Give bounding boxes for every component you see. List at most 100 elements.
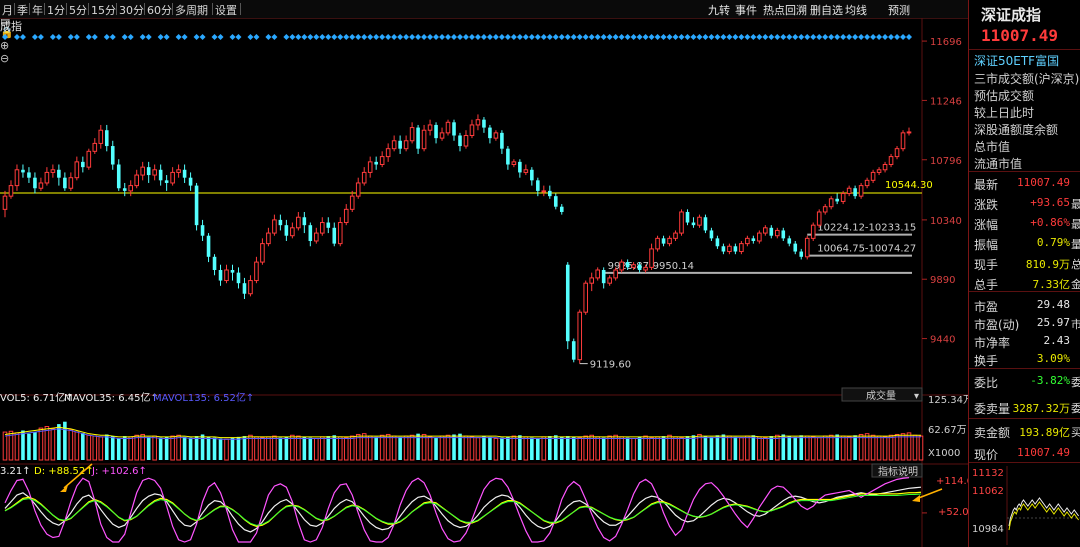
candle-body[interactable] [434,124,438,139]
candle-body[interactable] [846,187,852,195]
candle-body[interactable] [799,251,804,257]
candle-body[interactable] [452,122,456,136]
candle-body[interactable] [224,269,229,282]
candle-body[interactable] [853,188,857,197]
candle-body[interactable] [74,161,80,179]
candle-body[interactable] [134,174,140,187]
candle-body[interactable] [8,185,14,197]
candle-body[interactable] [482,119,486,128]
candle-body[interactable] [218,270,223,281]
candle-body[interactable] [745,237,750,245]
candle-body[interactable] [458,135,462,147]
candle-body[interactable] [548,190,552,197]
candle-body[interactable] [804,237,810,258]
candle-body[interactable] [613,269,618,279]
candle-body[interactable] [308,225,313,241]
candle-body[interactable] [882,164,888,171]
toolbar-button-1[interactable]: 事件 [735,2,757,18]
candle-body[interactable] [332,227,337,244]
candle-body[interactable] [326,222,331,228]
period-tab-2[interactable]: 年 [32,2,43,18]
candle-body[interactable] [733,246,738,252]
toolbar-button-5[interactable]: 预测 [888,2,910,18]
candle-body[interactable] [439,132,445,139]
candle-body[interactable] [50,169,56,173]
candle-body[interactable] [835,198,839,202]
candle-body[interactable] [858,185,864,197]
candle-body[interactable] [38,182,44,189]
candle-body[interactable] [506,148,510,165]
candle-body[interactable] [403,140,409,150]
candle-body[interactable] [2,195,8,210]
candle-body[interactable] [685,211,690,223]
candle-body[interactable] [703,217,708,231]
candle-body[interactable] [379,156,385,166]
period-tab-7[interactable]: 60分 [147,2,172,18]
candle-body[interactable] [361,171,367,184]
market-info-0[interactable]: 三市成交额(沪深京) [974,70,1079,87]
candle-body[interactable] [212,256,217,270]
market-info-1[interactable]: 预估成交额 [974,87,1034,104]
candle-body[interactable] [673,232,678,239]
candle-body[interactable] [679,211,684,234]
candle-body[interactable] [589,277,595,284]
mini-intraday-chart[interactable]: 11132 11062 10984 [969,466,1080,545]
candle-body[interactable] [337,222,343,245]
candle-body[interactable] [864,179,870,187]
candle-body[interactable] [445,121,451,134]
candle-body[interactable] [601,270,606,284]
candle-body[interactable] [894,148,900,158]
period-tab-8[interactable]: 多周期 [175,2,208,18]
candle-body[interactable] [367,161,373,173]
candle-body[interactable] [822,206,828,213]
candle-body[interactable] [188,177,193,186]
candle-body[interactable] [523,169,529,173]
candle-body[interactable] [296,216,301,229]
toolbar-button-0[interactable]: 九转 [708,2,730,18]
indicator-help-label[interactable]: 指标说明 [878,465,918,478]
candle-body[interactable] [68,177,74,189]
candle-body[interactable] [876,169,882,173]
candle-body[interactable] [140,166,145,176]
candle-body[interactable] [248,280,253,295]
main-chart[interactable]: 11696 11246 10796 10340 9890 9440 10544.30 1022… [0,18,968,547]
candle-body[interactable] [284,225,289,236]
candle-body[interactable] [254,261,259,282]
candle-body[interactable] [607,277,612,284]
candle-body[interactable] [697,216,702,226]
candle-body[interactable] [739,243,744,253]
candle-body[interactable] [206,235,211,257]
candle-body[interactable] [302,217,307,226]
candle-body[interactable] [625,262,630,268]
candle-body[interactable] [511,161,517,166]
candle-body[interactable] [775,229,780,237]
candle-body[interactable] [553,196,558,207]
candle-body[interactable] [488,127,492,139]
candle-body[interactable] [583,282,589,313]
candle-body[interactable] [518,161,522,173]
candle-body[interactable] [44,171,50,184]
period-tab-6[interactable]: 30分 [119,2,144,18]
etf-link[interactable]: 深证50ETF富国 [974,52,1059,69]
period-tab-5[interactable]: 15分 [91,2,116,18]
candle-body[interactable] [194,185,199,226]
candle-body[interactable] [667,237,672,245]
candle-body[interactable] [349,195,355,210]
candle-body[interactable] [530,169,534,181]
candle-body[interactable] [33,177,37,189]
candle-body[interactable] [116,164,121,189]
candle-body[interactable] [769,227,774,236]
candle-body[interactable] [427,124,433,131]
candle-body[interactable] [158,169,163,181]
candle-body[interactable] [320,222,325,234]
candle-body[interactable] [290,227,295,237]
candle-body[interactable] [128,185,134,192]
period-tab-0[interactable]: 月 [2,2,13,18]
toolbar-button-4[interactable]: 均线 [845,2,867,18]
candle-body[interactable] [343,208,349,224]
candle-body[interactable] [21,169,25,173]
candle-body[interactable] [840,193,846,202]
candle-body[interactable] [906,131,912,134]
market-info-3[interactable]: 深股通额度余额 [974,121,1058,138]
candle-body[interactable] [828,198,834,208]
